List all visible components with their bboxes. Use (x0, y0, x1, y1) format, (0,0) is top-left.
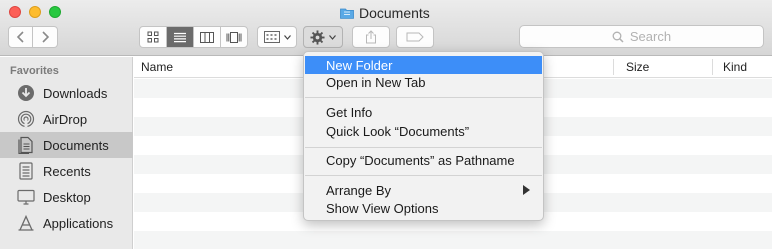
cover-flow-view-button[interactable] (221, 27, 247, 47)
menu-item-show-view-options[interactable]: Show View Options (305, 199, 542, 217)
sidebar-item-label: Recents (43, 163, 91, 179)
menu-separator (305, 175, 542, 176)
sidebar-item-desktop[interactable]: Desktop (0, 184, 133, 210)
column-header-kind[interactable]: Kind (723, 60, 747, 74)
sidebar-item-label: Desktop (43, 189, 91, 205)
airdrop-icon (17, 110, 35, 128)
column-divider[interactable] (613, 59, 614, 75)
menu-item-new-folder[interactable]: New Folder (305, 56, 542, 74)
action-menu-button[interactable] (303, 26, 343, 48)
cover-flow-view-icon (226, 31, 242, 43)
minimize-window-button[interactable] (29, 6, 41, 18)
menu-item-quick-look[interactable]: Quick Look “Documents” (305, 122, 542, 140)
forward-button[interactable] (33, 26, 58, 48)
share-icon (366, 30, 376, 44)
column-header-size[interactable]: Size (626, 60, 649, 74)
back-button[interactable] (8, 26, 33, 48)
gear-icon (310, 29, 325, 45)
maximize-window-button[interactable] (49, 6, 61, 18)
menu-item-open-in-new-tab[interactable]: Open in New Tab (305, 73, 542, 91)
search-placeholder: Search (629, 29, 672, 44)
documents-icon (17, 136, 35, 154)
finder-window: Documents Search Favorites Downloads Air… (0, 0, 772, 249)
sidebar-item-downloads[interactable]: Downloads (0, 80, 133, 106)
menu-item-get-info[interactable]: Get Info (305, 103, 542, 121)
icon-view-button[interactable] (140, 27, 167, 47)
sidebar: Favorites Downloads AirDrop Documents Re… (0, 57, 133, 249)
menu-item-label: Quick Look “Documents” (326, 123, 470, 139)
tags-button[interactable] (396, 26, 434, 48)
sidebar-heading: Favorites (10, 65, 59, 77)
group-by-button[interactable] (257, 26, 297, 48)
list-view-icon (174, 32, 186, 42)
chevron-down-icon (329, 34, 336, 40)
sidebar-item-label: Downloads (43, 85, 108, 101)
search-icon (612, 31, 624, 43)
view-mode-segmented-control (139, 26, 248, 48)
list-row[interactable] (134, 231, 772, 249)
desktop-icon (17, 188, 35, 206)
column-header-name[interactable]: Name (141, 60, 173, 74)
menu-item-label: Show View Options (326, 200, 439, 216)
chevron-right-icon (42, 31, 50, 43)
sidebar-item-label: AirDrop (43, 111, 88, 127)
menu-item-label: Get Info (326, 104, 373, 120)
folder-icon (340, 8, 354, 19)
sidebar-item-airdrop[interactable]: AirDrop (0, 106, 133, 132)
menu-separator (305, 97, 542, 98)
chevron-left-icon (16, 31, 24, 43)
sidebar-item-documents[interactable]: Documents (0, 132, 133, 158)
titlebar: Documents Search (0, 0, 772, 56)
column-divider[interactable] (712, 59, 713, 75)
group-grid-icon (263, 31, 280, 43)
sidebar-item-label: Applications (43, 215, 114, 231)
sidebar-item-recents[interactable]: Recents (0, 158, 133, 184)
window-title-text: Documents (359, 5, 430, 21)
column-view-button[interactable] (194, 27, 221, 47)
search-field[interactable]: Search (519, 25, 764, 48)
icon-view-icon (147, 31, 159, 43)
submenu-arrow-icon (523, 185, 530, 195)
window-title: Documents (340, 4, 430, 22)
column-view-icon (200, 31, 214, 43)
menu-item-label: Copy “Documents” as Pathname (326, 152, 515, 168)
action-context-menu: New Folder Open in New Tab Get Info Quic… (303, 51, 544, 221)
chevron-down-icon (283, 34, 291, 40)
tag-icon (406, 32, 424, 42)
close-window-button[interactable] (9, 6, 21, 18)
sidebar-item-label: Documents (43, 137, 109, 153)
menu-separator (305, 147, 542, 148)
recents-icon (17, 162, 35, 180)
list-view-button[interactable] (167, 27, 194, 47)
menu-item-arrange-by[interactable]: Arrange By (305, 181, 542, 199)
share-button[interactable] (352, 26, 390, 48)
applications-icon (17, 214, 35, 232)
downloads-icon (17, 84, 35, 102)
sidebar-item-applications[interactable]: Applications (0, 210, 133, 236)
menu-item-copy-pathname[interactable]: Copy “Documents” as Pathname (305, 151, 542, 169)
menu-item-label: Arrange By (326, 182, 392, 198)
menu-item-label: New Folder (326, 57, 393, 73)
menu-item-label: Open in New Tab (326, 74, 426, 90)
